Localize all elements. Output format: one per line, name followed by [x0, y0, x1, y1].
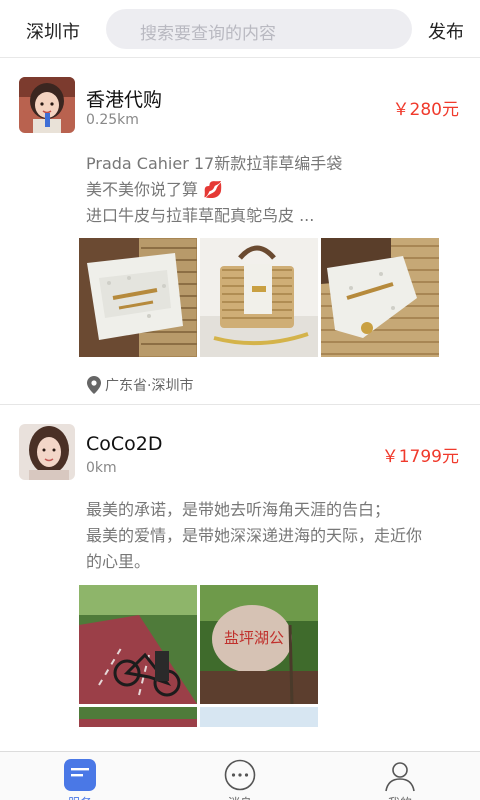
price: ￥1799元 — [381, 447, 459, 467]
search-placeholder: 搜索要查询的内容 — [140, 24, 276, 44]
bottom-tab-bar: 服务 消息 我的 — [0, 751, 480, 800]
location-pin-icon — [87, 376, 101, 394]
desc-line: Prada Cahier 17新款拉菲草编手袋 — [86, 154, 343, 173]
desc-line: 美不美你说了算 💋 — [86, 180, 224, 199]
tab-messages[interactable]: 消息 — [160, 752, 320, 800]
tab-profile[interactable]: 我的 — [320, 752, 480, 800]
desc-line: 的心里。 — [86, 552, 151, 571]
publish-button[interactable]: 发布 — [428, 18, 464, 44]
post-feed[interactable]: 香港代购 0.25km ￥280元 Prada Cahier 17新款拉菲草编手… — [0, 59, 480, 751]
photo-thumbnail[interactable] — [79, 707, 197, 727]
photo-thumbnail[interactable] — [200, 707, 318, 727]
top-bar: 深圳市 搜索要查询的内容 发布 — [0, 0, 480, 58]
city-selector[interactable]: 深圳市 — [26, 18, 80, 44]
distance: 0.25km — [86, 112, 139, 128]
tab-label: 我的 — [320, 794, 480, 800]
avatar[interactable] — [19, 424, 75, 480]
photo-thumbnail[interactable] — [79, 585, 197, 704]
tab-label: 服务 — [0, 794, 160, 800]
photo-thumbnail[interactable] — [200, 238, 318, 357]
tab-label: 消息 — [160, 794, 320, 800]
price: ￥280元 — [392, 100, 459, 120]
post-description[interactable]: Prada Cahier 17新款拉菲草编手袋 美不美你说了算 💋 进口牛皮与拉… — [86, 151, 456, 229]
username[interactable]: 香港代购 — [86, 85, 162, 112]
service-icon — [64, 759, 96, 791]
post-card[interactable]: CoCo2D 0km ￥1799元 最美的承诺，是带她去听海角天涯的告白； 最美… — [0, 405, 480, 751]
post-card[interactable]: 香港代购 0.25km ￥280元 Prada Cahier 17新款拉菲草编手… — [0, 59, 480, 405]
location[interactable]: 广东省·深圳市 — [87, 375, 193, 395]
location-text: 广东省·深圳市 — [105, 378, 194, 394]
photo-thumbnail[interactable] — [79, 238, 197, 357]
photo-thumbnail[interactable]: 盐坪湖公 — [200, 585, 318, 704]
distance: 0km — [86, 460, 117, 476]
desc-line: 最美的承诺，是带她去听海角天涯的告白； — [86, 500, 391, 519]
desc-line: 进口牛皮与拉菲草配真鸵鸟皮 ... — [86, 206, 315, 225]
stone-inscription: 盐坪湖公 — [224, 629, 284, 647]
message-icon — [224, 759, 256, 791]
search-input[interactable]: 搜索要查询的内容 — [106, 9, 412, 49]
photo-thumbnail[interactable] — [321, 238, 439, 357]
profile-icon — [385, 762, 415, 792]
desc-line: 最美的爱情，是带她深深递进海的天际，走近你 — [86, 526, 423, 545]
username[interactable]: CoCo2D — [86, 433, 163, 455]
tab-service[interactable]: 服务 — [0, 752, 160, 800]
avatar[interactable] — [19, 77, 75, 133]
post-description[interactable]: 最美的承诺，是带她去听海角天涯的告白； 最美的爱情，是带她深深递进海的天际，走近… — [86, 497, 456, 575]
